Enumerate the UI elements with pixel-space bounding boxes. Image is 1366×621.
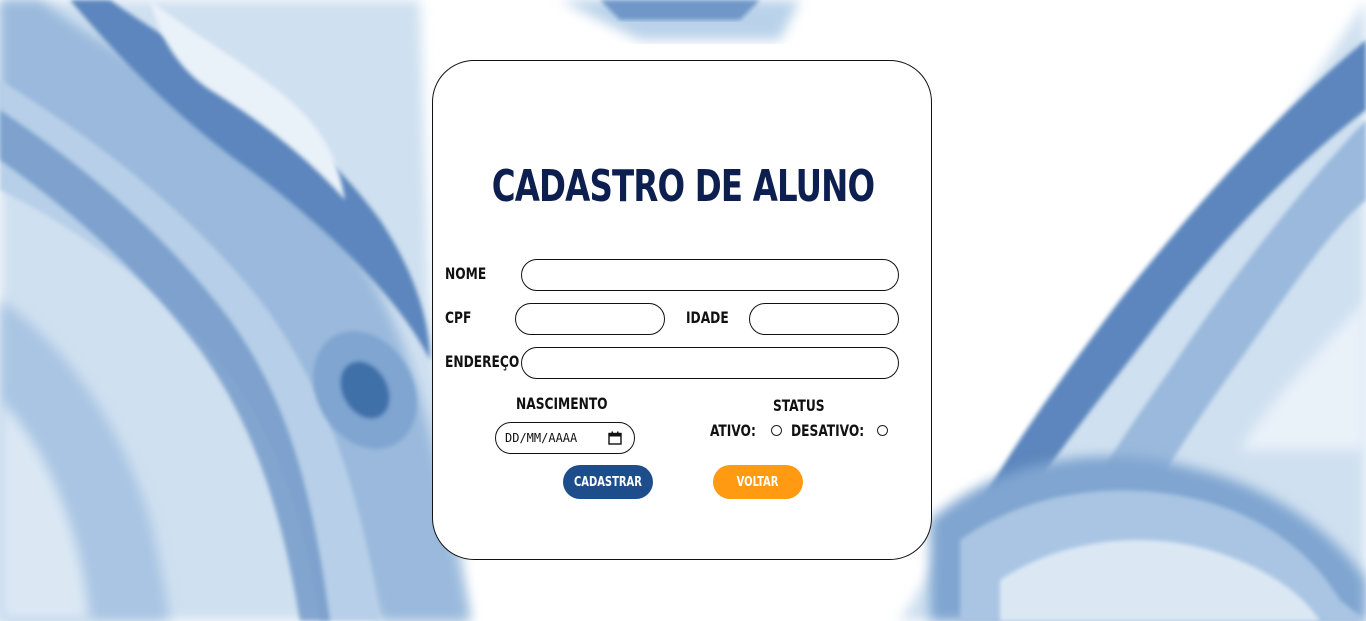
cpf-input[interactable] [515, 303, 665, 335]
desativo-radio[interactable] [877, 425, 888, 436]
nascimento-date-input[interactable]: DD/MM/AAAA [495, 422, 635, 454]
calendar-icon[interactable] [608, 431, 622, 445]
nome-label: NOME [445, 264, 487, 283]
date-placeholder: DD/MM/AAAA [505, 431, 578, 445]
register-card: CADASTRO DE ALUNO NOME CPF IDADE ENDEREÇ… [432, 60, 932, 560]
voltar-button[interactable]: VOLTAR [713, 465, 803, 499]
cadastrar-button[interactable]: CADASTRAR [563, 465, 653, 499]
ativo-radio[interactable] [771, 425, 782, 436]
desativo-label: DESATIVO: [791, 421, 865, 440]
nascimento-label: NASCIMENTO [516, 394, 608, 413]
cadastrar-button-label: CADASTRAR [574, 474, 642, 490]
status-label: STATUS [773, 396, 825, 415]
ativo-label: ATIVO: [710, 421, 756, 440]
idade-label: IDADE [686, 308, 729, 327]
nome-input[interactable] [521, 259, 899, 291]
voltar-button-label: VOLTAR [737, 474, 779, 490]
cpf-label: CPF [445, 308, 472, 327]
endereco-input[interactable] [521, 347, 899, 379]
idade-input[interactable] [749, 303, 899, 335]
page-title: CADASTRO DE ALUNO [491, 161, 875, 212]
endereco-label: ENDEREÇO [445, 352, 520, 371]
